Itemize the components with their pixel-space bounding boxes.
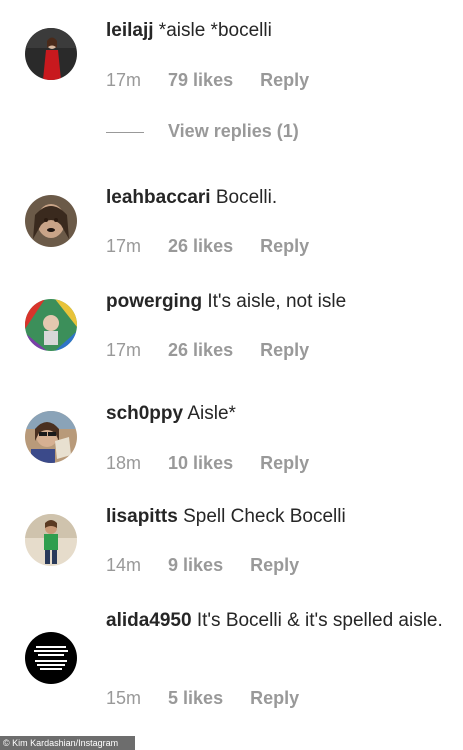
comment-meta: 17m 26 likes Reply [106, 236, 331, 257]
likes-count[interactable]: 26 likes [168, 340, 233, 361]
comment-body: Spell Check Bocelli [177, 506, 346, 527]
comment-text: sch0ppy Aisle* [106, 400, 451, 428]
likes-count[interactable]: 5 likes [168, 688, 223, 709]
view-replies-label: View replies (1) [168, 121, 299, 141]
comment-body: It's aisle, not isle [202, 291, 347, 312]
comment-body: Aisle* [183, 403, 236, 424]
comment-body: Bocelli. [210, 187, 278, 208]
avatar[interactable] [25, 195, 77, 247]
view-replies-button[interactable]: View replies (1) [106, 121, 299, 142]
comment-time: 15m [106, 688, 142, 708]
reply-button[interactable]: Reply [260, 70, 309, 91]
comment-meta: 15m 5 likes Reply [106, 688, 321, 709]
comment-text: lisapitts Spell Check Bocelli [106, 503, 451, 531]
reply-button[interactable]: Reply [250, 555, 299, 576]
comment-meta: 18m 10 likes Reply [106, 453, 331, 474]
comment-username[interactable]: lisapitts [106, 506, 178, 527]
comment-username[interactable]: alida4950 [106, 610, 192, 631]
likes-count[interactable]: 10 likes [168, 453, 233, 474]
comment-time: 17m [106, 340, 142, 360]
reply-button[interactable]: Reply [260, 236, 309, 257]
likes-count[interactable]: 26 likes [168, 236, 233, 257]
avatar[interactable] [25, 28, 77, 80]
comment-text: powerging It's aisle, not isle [106, 288, 451, 316]
avatar[interactable] [25, 299, 77, 351]
comment-time: 17m [106, 236, 142, 256]
comment-body: *aisle *bocelli [153, 20, 272, 41]
comment-text: leilajj *aisle *bocelli [106, 17, 451, 45]
comment-meta: 14m 9 likes Reply [106, 555, 321, 576]
reply-button[interactable]: Reply [250, 688, 299, 709]
comment-text: alida4950 It's Bocelli & it's spelled ai… [106, 607, 451, 635]
replies-divider-line [106, 131, 144, 133]
photo-credit: © Kim Kardashian/Instagram [0, 736, 135, 750]
likes-count[interactable]: 9 likes [168, 555, 223, 576]
comment-meta: 17m 26 likes Reply [106, 340, 331, 361]
comment-time: 17m [106, 70, 142, 90]
avatar[interactable] [25, 514, 77, 566]
comment-time: 18m [106, 453, 142, 473]
comment-body: It's Bocelli & it's spelled aisle. [191, 610, 443, 631]
comment-username[interactable]: leilajj [106, 20, 154, 41]
comment-meta: 17m 79 likes Reply [106, 70, 331, 91]
avatar[interactable] [25, 411, 77, 463]
comment-username[interactable]: leahbaccari [106, 187, 211, 208]
comment-username[interactable]: powerging [106, 291, 202, 312]
likes-count[interactable]: 79 likes [168, 70, 233, 91]
comment-text: leahbaccari Bocelli. [106, 184, 451, 212]
comment-time: 14m [106, 555, 142, 575]
avatar[interactable] [25, 632, 77, 684]
reply-button[interactable]: Reply [260, 340, 309, 361]
comment-username[interactable]: sch0ppy [106, 403, 183, 424]
reply-button[interactable]: Reply [260, 453, 309, 474]
